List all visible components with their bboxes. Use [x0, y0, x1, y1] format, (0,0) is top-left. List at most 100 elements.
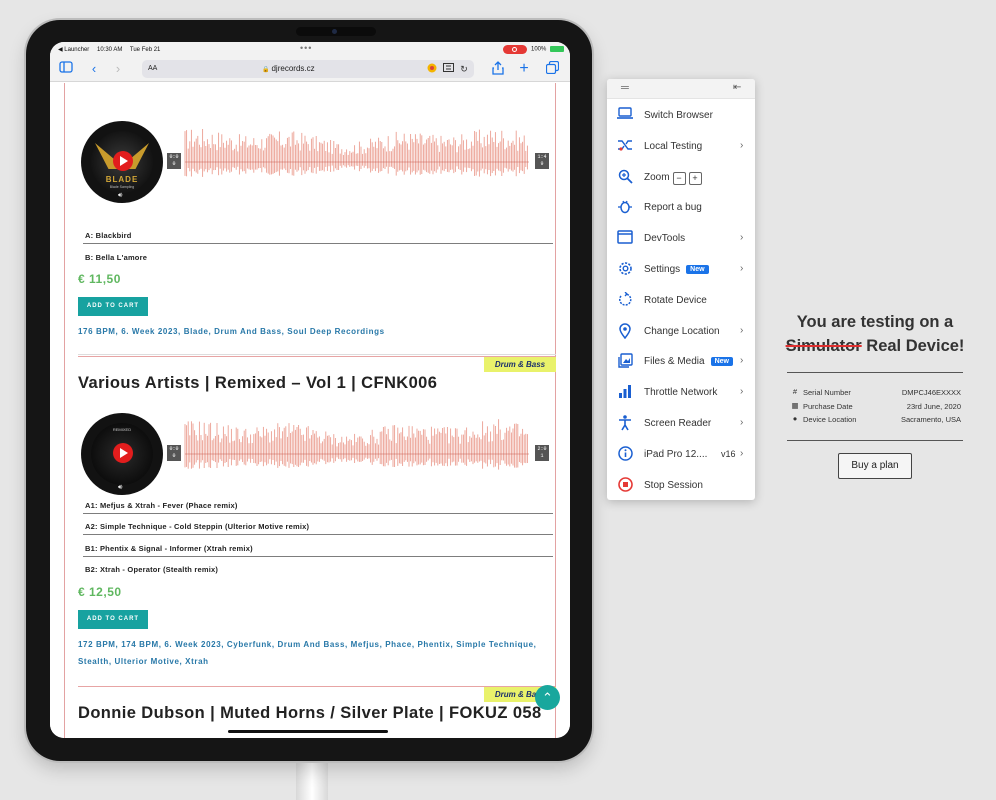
serial-number-row: # Serial Number DMPCJ46EXXXX [791, 387, 961, 399]
time-total: 2:0 1 [535, 445, 549, 461]
menu-item-text: Zoom [644, 171, 670, 183]
screen-recording-icon [503, 45, 527, 54]
forward-icon[interactable]: › [110, 61, 126, 77]
add-to-cart-button[interactable]: ADD TO CART [78, 610, 148, 629]
menu-item-local-testing[interactable]: Local Testing › [607, 132, 755, 162]
rotate-icon [617, 291, 633, 308]
menu-item-stop-session[interactable]: Stop Session [607, 471, 755, 501]
price: € 11,50 [78, 272, 121, 286]
new-tab-icon[interactable]: + [516, 61, 532, 77]
cover-text: REMIXED [112, 427, 132, 432]
hash-icon: # [792, 387, 798, 396]
genre-badge[interactable]: Drum & Bass [484, 357, 556, 372]
menu-item-label: Screen Reader [644, 418, 711, 429]
lock-icon: 🔒 [262, 67, 270, 73]
cover-subtext: Blade Sampling [109, 185, 135, 189]
menu-item-label: Local Testing [644, 141, 702, 152]
cover-text: BLADE [105, 175, 139, 184]
menu-item-devtools[interactable]: DevTools › [607, 224, 755, 254]
time-start: 0:0 0 [167, 445, 181, 461]
text-size-button[interactable]: AA [148, 65, 157, 72]
share-icon[interactable] [490, 61, 506, 77]
menu-item-label: Files & Media New [644, 356, 733, 367]
product-title[interactable]: Donnie Dubson | Muted Horns / Silver Pla… [78, 702, 548, 724]
track-item: A: Blackbird [85, 231, 132, 240]
switch-browser-icon [617, 107, 633, 123]
section-divider [78, 354, 556, 355]
serial-number-label: Serial Number [803, 388, 851, 397]
reload-icon[interactable]: ↻ [458, 63, 470, 75]
menu-item-throttle-network[interactable]: Throttle Network › [607, 378, 755, 408]
menu-item-settings[interactable]: Settings New › [607, 255, 755, 285]
status-bar: ◀ Launcher 10:30 AM Tue Feb 21 ••• 100% [50, 42, 570, 56]
zoom-out-button[interactable]: − [672, 171, 686, 185]
info-heading-line2: Simulator Real Device! [779, 334, 971, 358]
product-title[interactable]: Various Artists | Remixed – Vol 1 | CFNK… [78, 372, 548, 394]
chevron-right-icon: › [740, 447, 744, 459]
location-icon [617, 322, 633, 339]
os-version: v16 [721, 448, 736, 459]
chevron-right-icon: › [740, 324, 744, 336]
menu-item-text: Throttle Network [644, 387, 718, 399]
waveform-player[interactable] [167, 121, 547, 201]
battery-indicator: 100% [531, 46, 565, 53]
address-bar[interactable]: AA 🔒 djrecords.cz ↻ [142, 60, 474, 78]
struck-word: Simulator [785, 337, 862, 355]
device-toolbar-menu: ═ ⇤ Switch Browser Local Testing › Zoom − + Re… [607, 79, 755, 500]
drag-handle-icon[interactable]: ═ [621, 82, 629, 94]
buy-plan-button[interactable]: Buy a plan [838, 453, 912, 479]
menu-item-report-a-bug[interactable]: Report a bug [607, 193, 755, 223]
bug-icon [617, 199, 633, 215]
menu-item-files-media[interactable]: Files & Media New › [607, 347, 755, 377]
multitask-dots-icon[interactable]: ••• [300, 43, 312, 53]
chevron-right-icon: › [740, 139, 744, 151]
menu-item-text: Report a bug [644, 202, 702, 214]
sidebar-icon[interactable] [58, 61, 74, 77]
menu-item-text: iPad Pro 12.... [644, 448, 708, 460]
menu-item-label: Settings New [644, 264, 709, 275]
track-item: A2: Simple Technique - Cold Steppin (Ult… [85, 522, 310, 531]
menu-header: ═ ⇤ [607, 79, 755, 99]
screen-reader-icon [617, 415, 633, 431]
extension-icon[interactable] [426, 63, 438, 75]
menu-item-rotate-device[interactable]: Rotate Device [607, 286, 755, 316]
menu-item-screen-reader[interactable]: Screen Reader › [607, 409, 755, 439]
play-button[interactable] [113, 151, 133, 171]
back-to-app-link[interactable]: ◀ Launcher [58, 47, 89, 53]
back-icon[interactable]: ‹ [86, 61, 102, 77]
menu-item-text: Settings [644, 264, 681, 275]
home-indicator[interactable] [228, 730, 388, 733]
menu-item-ipad-pro-12[interactable]: iPad Pro 12.... v16 › [607, 440, 755, 470]
scroll-to-top-button[interactable]: ⌃ [535, 685, 560, 710]
serial-number-value: DMPCJ46EXXXX [901, 388, 961, 397]
settings-icon [617, 261, 633, 277]
tag-links[interactable]: 176 BPM, 6. Week 2023, Blade, Drum And B… [78, 323, 558, 340]
menu-item-switch-browser[interactable]: Switch Browser [607, 101, 755, 131]
track-item: B2: Xtrah - Operator (Stealth remix) [85, 565, 219, 574]
volume-icon[interactable]: 🔊︎ [118, 484, 128, 492]
page-border-left [64, 83, 65, 738]
ipad-screen: ◀ Launcher 10:30 AM Tue Feb 21 ••• 100% … [50, 42, 570, 738]
tabs-overview-icon[interactable] [544, 60, 560, 77]
track-separator [83, 534, 553, 535]
front-camera [296, 27, 376, 36]
track-separator [83, 513, 553, 514]
menu-item-label: DevTools [644, 233, 685, 244]
track-item: A1: Mefjus & Xtrah - Fever (Phace remix) [85, 501, 238, 510]
price: € 12,50 [78, 585, 122, 599]
volume-icon[interactable]: 🔊︎ [118, 192, 128, 200]
time-start: 0:0 0 [167, 153, 181, 169]
add-to-cart-button[interactable]: ADD TO CART [78, 297, 148, 316]
menu-item-change-location[interactable]: Change Location › [607, 317, 755, 347]
collapse-menu-icon[interactable]: ⇤ [733, 82, 741, 93]
record-cover-blade[interactable]: BLADE Blade Sampling 🔊︎ [81, 121, 163, 203]
record-cover-remixed[interactable]: REMIXED 🔊︎ [81, 413, 163, 495]
reader-icon[interactable] [442, 63, 454, 75]
menu-item-zoom[interactable]: Zoom − + [607, 163, 755, 193]
tag-links[interactable]: 172 BPM, 174 BPM, 6. Week 2023, Cyberfun… [78, 636, 558, 670]
play-button[interactable] [113, 443, 133, 463]
purchase-date-value: 23rd June, 2020 [906, 402, 961, 411]
menu-item-text: Files & Media [644, 356, 705, 368]
zoom-in-button[interactable]: + [688, 171, 702, 185]
waveform-player[interactable] [167, 413, 547, 493]
